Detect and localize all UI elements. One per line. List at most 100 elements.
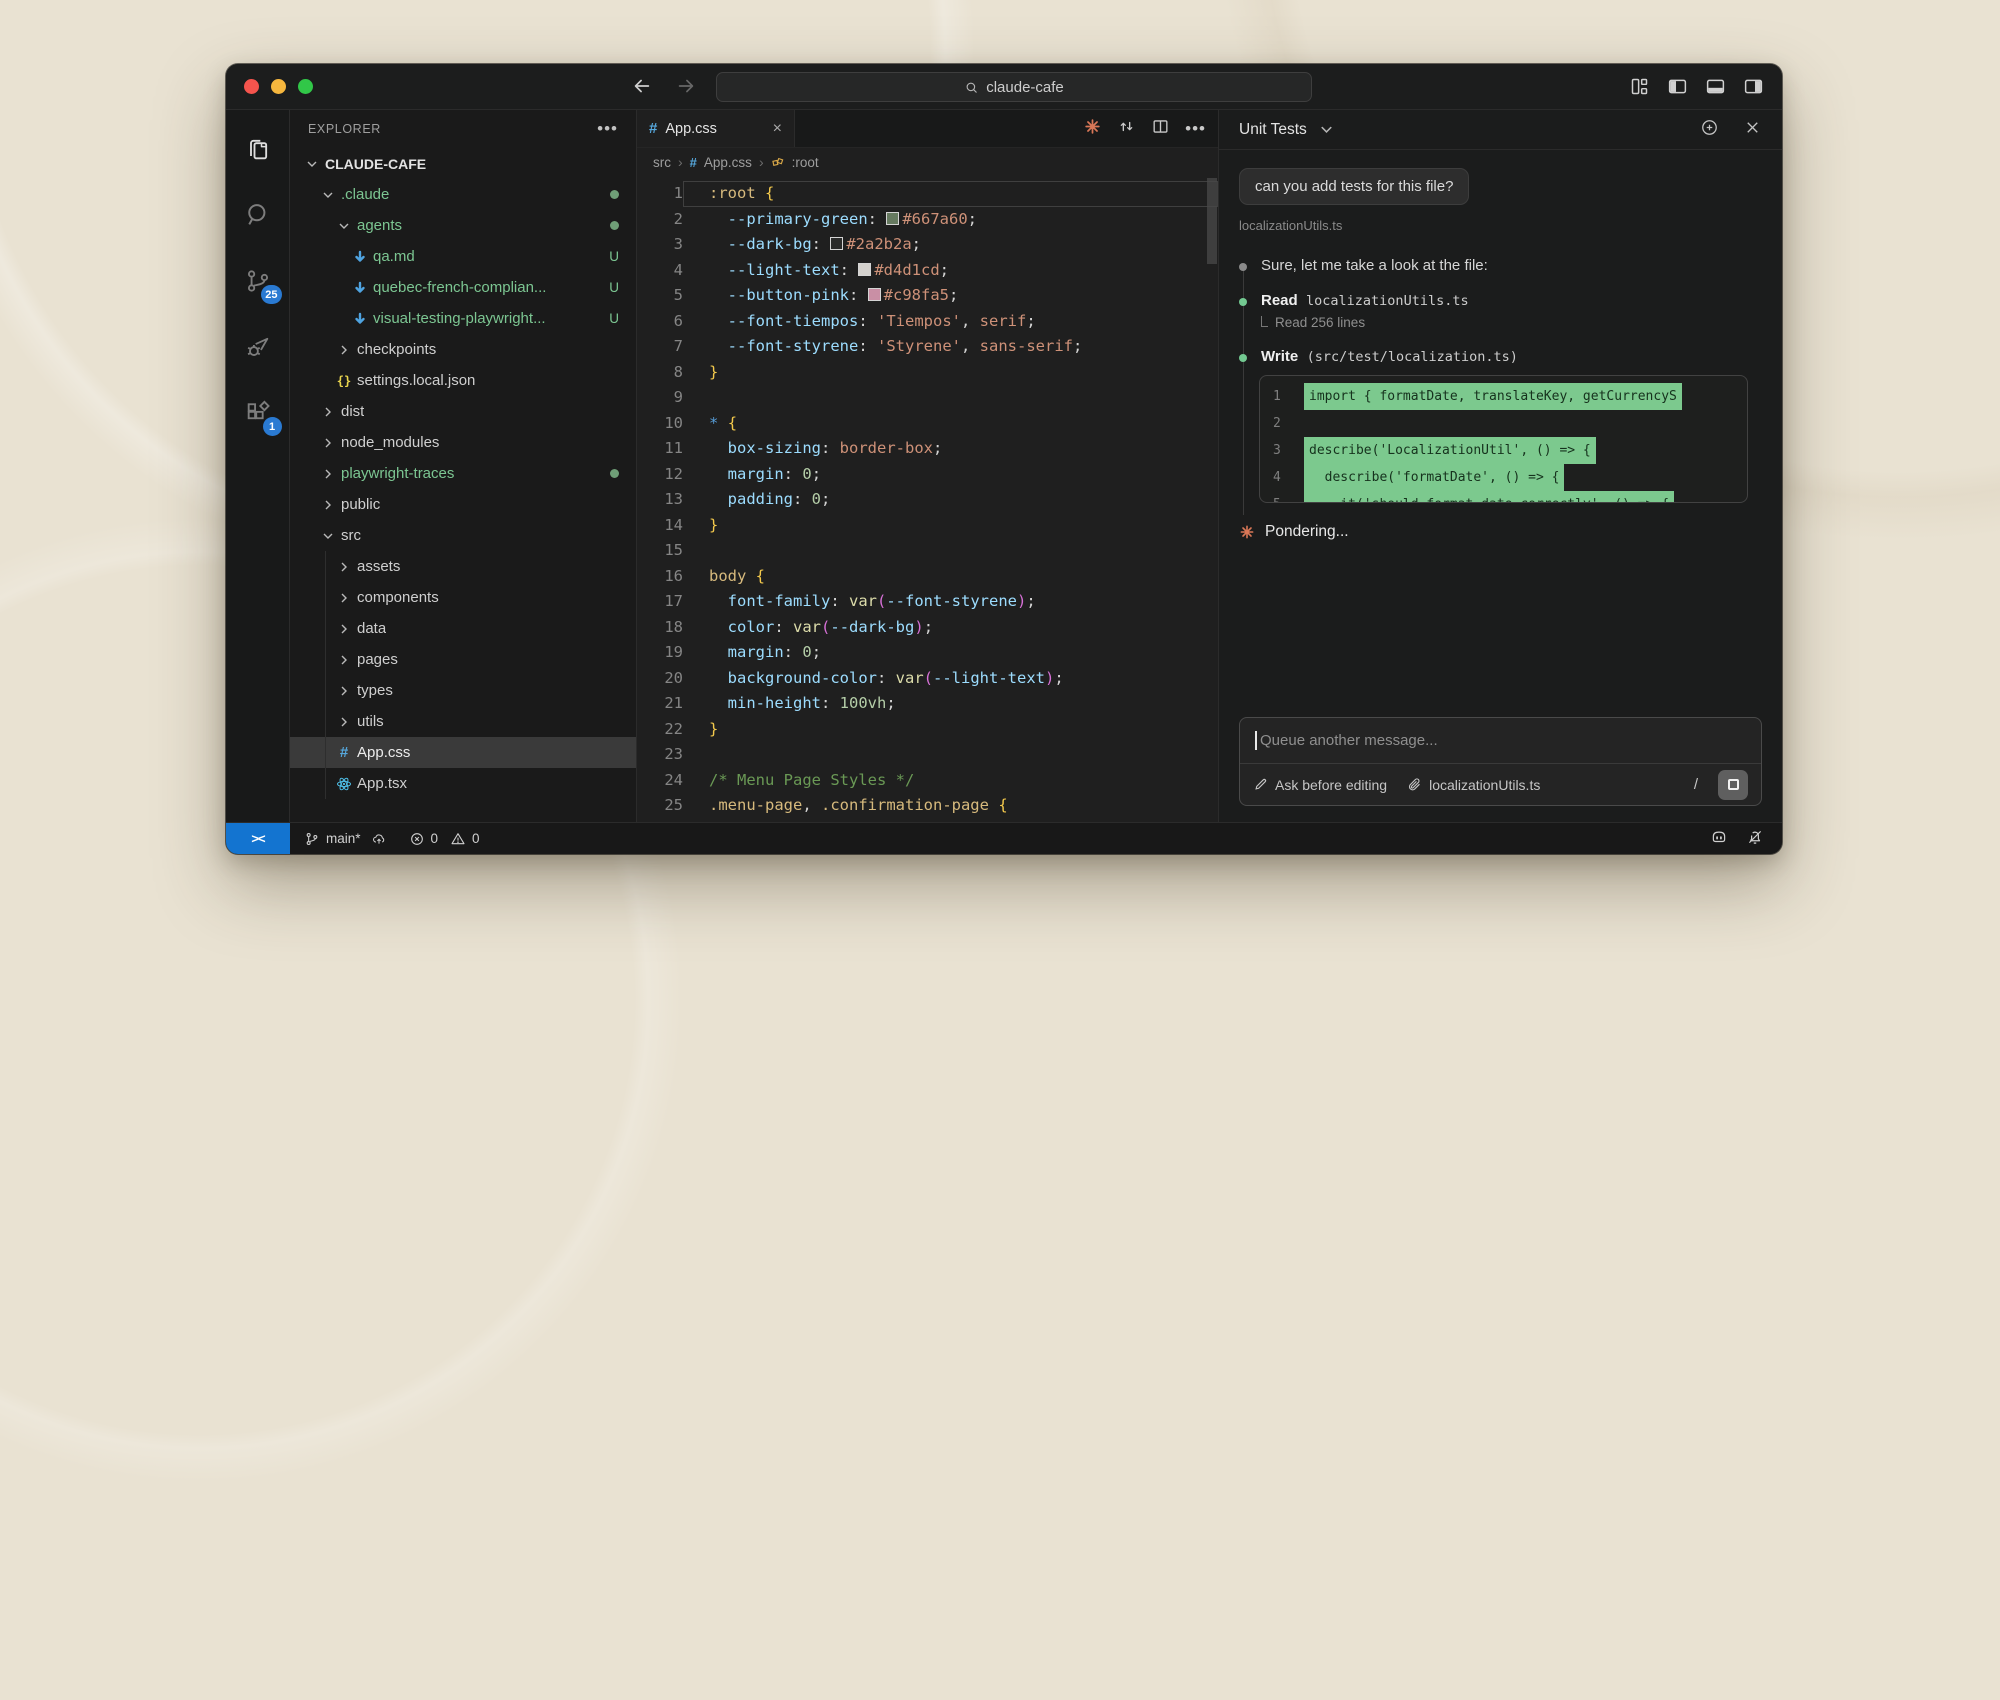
tool-read-step[interactable]: Read localizationUtils.ts Read 256 lines xyxy=(1239,292,1762,330)
tree-item-checkpoints[interactable]: checkpoints xyxy=(290,334,636,365)
code-line-7: 7 --font-styrene: 'Styrene', sans-serif; xyxy=(637,334,1218,360)
code-line-13: 13 padding: 0; xyxy=(637,487,1218,513)
tree-item-utils[interactable]: utils xyxy=(290,706,636,737)
tab-close-icon[interactable]: × xyxy=(773,120,782,138)
tree-item-label: pages xyxy=(357,651,398,668)
code-line-18: 18 color: var(--dark-bg); xyxy=(637,615,1218,641)
titlebar[interactable]: claude-cafe xyxy=(226,64,1782,110)
tree-item-label: App.tsx xyxy=(357,775,407,792)
customize-layout-button[interactable] xyxy=(1629,76,1650,102)
claude-action-button[interactable] xyxy=(1083,117,1102,141)
color-swatch[interactable] xyxy=(858,263,871,276)
feedback-button[interactable] xyxy=(1700,118,1719,142)
stop-button[interactable] xyxy=(1718,770,1748,800)
diff-code-block[interactable]: 1import { formatDate, translateKey, getC… xyxy=(1259,375,1748,503)
chat-input[interactable]: Queue another message... xyxy=(1240,718,1761,763)
color-swatch[interactable] xyxy=(886,212,899,225)
chevron-right-icon xyxy=(334,681,354,701)
agent-file-icon xyxy=(350,309,370,329)
tree-item-qa-md[interactable]: qa.mdU xyxy=(290,241,636,272)
tool-write-step[interactable]: Write (src/test/localization.ts) xyxy=(1239,348,1762,365)
back-button[interactable] xyxy=(631,75,653,102)
tree-item-settings-local-json[interactable]: {}settings.local.json xyxy=(290,365,636,396)
tree-item-components[interactable]: components xyxy=(290,582,636,613)
breadcrumb-symbol[interactable]: :root xyxy=(792,155,819,170)
problems-status[interactable]: 0 0 xyxy=(409,831,480,847)
minimize-window-button[interactable] xyxy=(271,79,286,94)
forward-button[interactable] xyxy=(675,75,697,102)
tree-item-quebec-french-complian-[interactable]: quebec-french-complian...U xyxy=(290,272,636,303)
command-center-search[interactable]: claude-cafe xyxy=(716,72,1312,102)
search-icon xyxy=(964,80,979,95)
chevron-right-icon xyxy=(334,712,354,732)
tree-item-claude-cafe[interactable]: CLAUDE-CAFE xyxy=(290,148,636,179)
activity-item-run-debug[interactable] xyxy=(236,324,280,370)
bell-slash-icon xyxy=(1746,828,1764,846)
attached-file-chip[interactable]: localizationUtils.ts xyxy=(1407,777,1540,793)
toggle-primary-sidebar-button[interactable] xyxy=(1667,76,1688,102)
explorer-more-actions-button[interactable]: ••• xyxy=(597,119,618,139)
status-bar: >< main* 0 0 xyxy=(226,822,1782,854)
source-control-badge: 25 xyxy=(261,285,281,304)
tree-item-label: public xyxy=(341,496,380,513)
tab-label: App.css xyxy=(665,121,717,137)
toggle-secondary-sidebar-button[interactable] xyxy=(1743,76,1764,102)
edit-mode-selector[interactable]: Ask before editing xyxy=(1253,777,1387,793)
color-swatch[interactable] xyxy=(830,237,843,250)
tree-item-assets[interactable]: assets xyxy=(290,551,636,582)
tool-read-label: Read xyxy=(1261,292,1298,309)
code-editor[interactable]: 1:root {2 --primary-green: #667a60;3 --d… xyxy=(637,176,1218,822)
tree-item-visual-testing-playwright-[interactable]: visual-testing-playwright...U xyxy=(290,303,636,334)
tree-item-app-tsx[interactable]: App.tsx xyxy=(290,768,636,799)
react-file-icon xyxy=(334,774,354,794)
breadcrumb-folder[interactable]: src xyxy=(653,155,671,170)
search-icon xyxy=(244,201,272,229)
code-line-15: 15 xyxy=(637,538,1218,564)
line-number: 1 xyxy=(637,181,683,207)
bullet-icon xyxy=(1239,354,1247,362)
editor-scrollbar[interactable] xyxy=(1207,178,1217,264)
tree-item-dist[interactable]: dist xyxy=(290,396,636,427)
activity-item-extensions[interactable]: 1 xyxy=(236,390,280,436)
close-window-button[interactable] xyxy=(244,79,259,94)
file-tree: CLAUDE-CAFE .claude agentsqa.mdUquebec-fre… xyxy=(290,148,636,822)
compare-changes-button[interactable] xyxy=(1117,117,1136,141)
tree-item-public[interactable]: public xyxy=(290,489,636,520)
remote-indicator[interactable]: >< xyxy=(226,823,290,854)
chevron-down-icon[interactable] xyxy=(1317,120,1336,139)
breadcrumb: src › # App.css › :root xyxy=(637,148,1218,176)
tool-read-detail: Read 256 lines xyxy=(1261,315,1762,330)
zoom-window-button[interactable] xyxy=(298,79,313,94)
split-editor-button[interactable] xyxy=(1151,117,1170,141)
tree-item-pages[interactable]: pages xyxy=(290,644,636,675)
tree-item-label: qa.md xyxy=(373,248,415,265)
tab-app-css[interactable]: # App.css × xyxy=(637,110,795,147)
code-line-11: 11 box-sizing: border-box; xyxy=(637,436,1218,462)
panel-close-button[interactable] xyxy=(1743,118,1762,142)
activity-item-explorer[interactable] xyxy=(236,126,280,172)
branch-status[interactable]: main* xyxy=(304,831,387,847)
editor-more-actions-button[interactable]: ••• xyxy=(1185,119,1206,139)
line-number: 23 xyxy=(637,742,683,768)
tree-item--claude[interactable]: .claude xyxy=(290,179,636,210)
toggle-panel-button[interactable] xyxy=(1705,76,1726,102)
text-cursor xyxy=(1255,731,1257,750)
activity-item-source-control[interactable]: 25 xyxy=(236,258,280,304)
color-swatch[interactable] xyxy=(868,288,881,301)
tree-item-data[interactable]: data xyxy=(290,613,636,644)
tree-item-node-modules[interactable]: node_modules xyxy=(290,427,636,458)
activity-item-search[interactable] xyxy=(236,192,280,238)
cloud-upload-icon xyxy=(371,831,387,847)
copilot-status-button[interactable] xyxy=(1710,828,1728,849)
tree-item-playwright-traces[interactable]: playwright-traces xyxy=(290,458,636,489)
chevron-right-icon xyxy=(334,650,354,670)
tree-item-src[interactable]: src xyxy=(290,520,636,551)
notifications-button[interactable] xyxy=(1746,828,1764,849)
tree-item-app-css[interactable]: #App.css xyxy=(290,737,636,768)
tree-item-agents[interactable]: agents xyxy=(290,210,636,241)
git-branch-icon xyxy=(304,831,320,847)
tree-item-label: .claude xyxy=(341,186,389,203)
breadcrumb-file[interactable]: App.css xyxy=(704,155,752,170)
tree-item-types[interactable]: types xyxy=(290,675,636,706)
error-count: 0 xyxy=(431,831,439,846)
